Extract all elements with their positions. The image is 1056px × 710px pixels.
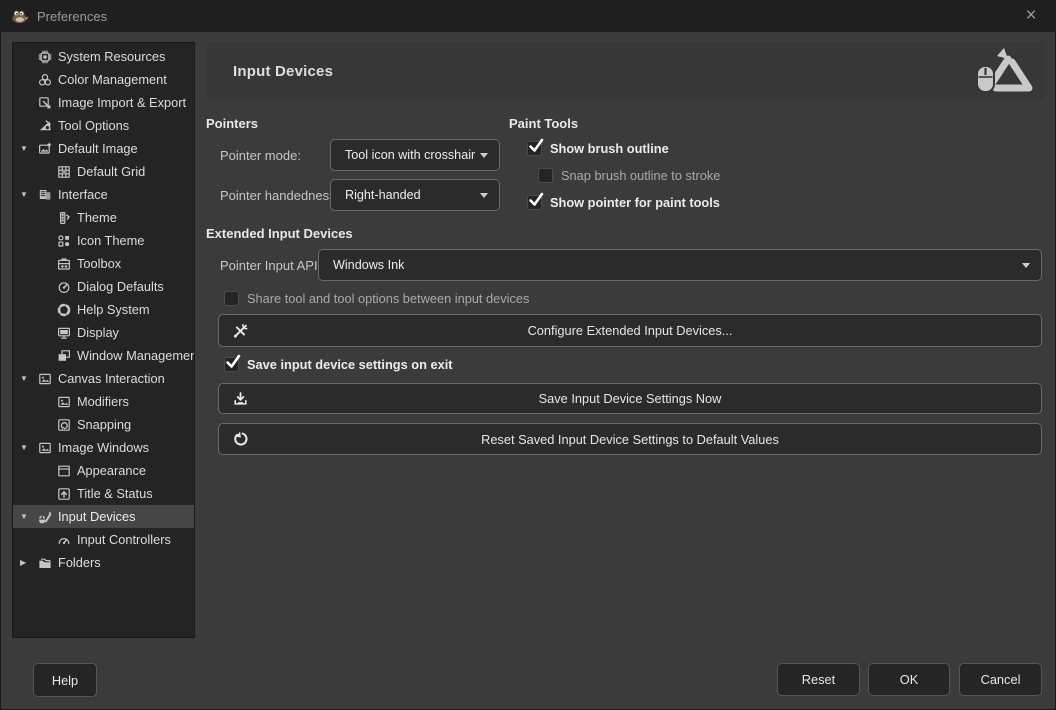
ok-button[interactable]: OK xyxy=(868,663,950,696)
sidebar-item-dialog-defaults[interactable]: Dialog Defaults xyxy=(13,275,194,298)
dropdown-arrow-icon xyxy=(480,153,488,158)
grid-icon xyxy=(56,164,72,180)
save-icon xyxy=(232,390,249,407)
pointer-handedness-dropdown[interactable]: Right-handed xyxy=(330,179,500,211)
page-title: Input Devices xyxy=(233,42,333,100)
share-tool-options-checkbox[interactable]: Share tool and tool options between inpu… xyxy=(224,290,529,306)
sidebar-item-tool-options[interactable]: Tool Options xyxy=(13,114,194,137)
pointers-section-title: Pointers xyxy=(206,116,258,131)
sidebar-item-appearance[interactable]: Appearance xyxy=(13,459,194,482)
preferences-window: Preferences × System ResourcesColor Mana… xyxy=(0,0,1056,710)
expander-down-icon[interactable]: ▼ xyxy=(20,512,37,521)
image-import-export-icon xyxy=(37,95,53,111)
checkbox-box[interactable] xyxy=(527,141,542,156)
pointer-mode-label: Pointer mode: xyxy=(220,148,301,163)
reset-saved-input-device-settings-button[interactable]: Reset Saved Input Device Settings to Def… xyxy=(218,423,1042,455)
appearance-icon xyxy=(56,463,72,479)
pointer-input-api-label: Pointer Input API: xyxy=(220,258,321,273)
system-resources-icon xyxy=(37,49,53,65)
color-management-icon xyxy=(37,72,53,88)
picture-icon xyxy=(37,440,53,456)
sidebar-item-input-devices[interactable]: ▼Input Devices xyxy=(13,505,194,528)
sidebar-item-theme[interactable]: Theme xyxy=(13,206,194,229)
pointer-mode-dropdown[interactable]: Tool icon with crosshair xyxy=(330,139,500,171)
cancel-button[interactable]: Cancel xyxy=(959,663,1042,696)
extended-input-devices-section-title: Extended Input Devices xyxy=(206,226,353,241)
expander-right-icon[interactable]: ▶ xyxy=(20,558,37,567)
paint-tools-section-title: Paint Tools xyxy=(509,116,578,131)
sidebar-item-interface[interactable]: ▼Interface xyxy=(13,183,194,206)
toolbox-icon xyxy=(56,256,72,272)
input-devices-large-icon xyxy=(974,46,1038,96)
sidebar-item-image-windows[interactable]: ▼Image Windows xyxy=(13,436,194,459)
checkbox-box[interactable] xyxy=(527,195,542,210)
sidebar-item-canvas-interaction[interactable]: ▼Canvas Interaction xyxy=(13,367,194,390)
check-icon xyxy=(527,137,545,155)
interface-icon xyxy=(37,187,53,203)
page-header: Input Devices xyxy=(207,42,1044,100)
show-brush-outline-checkbox[interactable]: Show brush outline xyxy=(527,140,669,156)
controller-dial-icon xyxy=(56,532,72,548)
pointer-handedness-label: Pointer handedness: xyxy=(220,188,339,203)
pointer-input-api-dropdown[interactable]: Windows Ink xyxy=(318,249,1042,281)
display-icon xyxy=(56,325,72,341)
configure-tools-icon xyxy=(232,322,249,339)
sidebar-item-system-resources[interactable]: System Resources xyxy=(13,45,194,68)
configure-extended-input-devices-button[interactable]: Configure Extended Input Devices... xyxy=(218,314,1042,347)
snapping-icon xyxy=(56,417,72,433)
close-button[interactable]: × xyxy=(1014,3,1048,29)
gimp-wilber-icon xyxy=(10,8,29,24)
tool-options-icon xyxy=(37,118,53,134)
sidebar-item-color-management[interactable]: Color Management xyxy=(13,68,194,91)
window-title: Preferences xyxy=(37,9,107,24)
icon-theme-icon xyxy=(56,233,72,249)
sidebar-item-help-system[interactable]: Help System xyxy=(13,298,194,321)
sidebar-item-input-controllers[interactable]: Input Controllers xyxy=(13,528,194,551)
preferences-sidebar-tree: System ResourcesColor ManagementImage Im… xyxy=(12,42,195,638)
checkbox-box[interactable] xyxy=(224,291,239,306)
expander-down-icon[interactable]: ▼ xyxy=(20,144,37,153)
checkbox-box[interactable] xyxy=(224,357,239,372)
check-icon xyxy=(527,191,545,209)
help-buoy-icon xyxy=(56,302,72,318)
expander-down-icon[interactable]: ▼ xyxy=(20,374,37,383)
expander-down-icon[interactable]: ▼ xyxy=(20,190,37,199)
sidebar-item-default-grid[interactable]: Default Grid xyxy=(13,160,194,183)
sidebar-item-modifiers[interactable]: Modifiers xyxy=(13,390,194,413)
reset-revert-icon xyxy=(232,431,249,448)
show-pointer-paint-tools-checkbox[interactable]: Show pointer for paint tools xyxy=(527,194,720,210)
help-button[interactable]: Help xyxy=(33,663,97,697)
expander-down-icon[interactable]: ▼ xyxy=(20,443,37,452)
reset-button[interactable]: Reset xyxy=(777,663,860,696)
picture-icon xyxy=(37,371,53,387)
save-input-settings-on-exit-checkbox[interactable]: Save input device settings on exit xyxy=(224,356,453,372)
snap-brush-outline-checkbox[interactable]: Snap brush outline to stroke xyxy=(538,167,720,183)
titlebar: Preferences × xyxy=(0,0,1056,32)
title-status-icon xyxy=(56,486,72,502)
sidebar-item-folders[interactable]: ▶Folders xyxy=(13,551,194,574)
sidebar-item-snapping[interactable]: Snapping xyxy=(13,413,194,436)
check-icon xyxy=(224,353,242,371)
dropdown-arrow-icon xyxy=(1022,263,1030,268)
sidebar-item-title-status[interactable]: Title & Status xyxy=(13,482,194,505)
input-devices-icon xyxy=(37,509,53,525)
dial-icon xyxy=(56,279,72,295)
sidebar-item-icon-theme[interactable]: Icon Theme xyxy=(13,229,194,252)
sidebar-item-image-import-export[interactable]: Image Import & Export xyxy=(13,91,194,114)
checkbox-box[interactable] xyxy=(538,168,553,183)
picture-icon xyxy=(56,394,72,410)
theme-icon xyxy=(56,210,72,226)
default-image-icon xyxy=(37,141,53,157)
dropdown-arrow-icon xyxy=(480,193,488,198)
sidebar-item-window-management[interactable]: Window Management xyxy=(13,344,194,367)
windows-icon xyxy=(56,348,72,364)
sidebar-item-display[interactable]: Display xyxy=(13,321,194,344)
sidebar-item-toolbox[interactable]: Toolbox xyxy=(13,252,194,275)
save-input-device-settings-now-button[interactable]: Save Input Device Settings Now xyxy=(218,383,1042,414)
sidebar-item-default-image[interactable]: ▼Default Image xyxy=(13,137,194,160)
folder-icon xyxy=(37,555,53,571)
